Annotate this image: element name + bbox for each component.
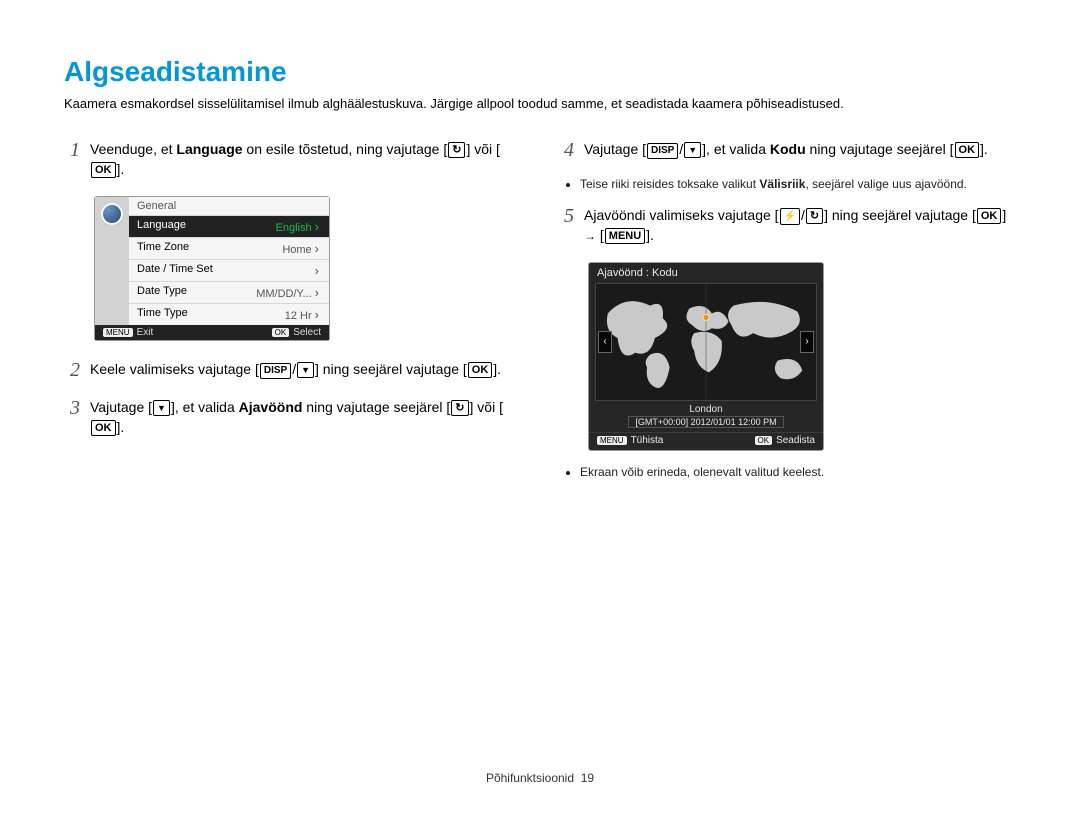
intro-text: Kaamera esmakordsel sisselülitamisel ilm… [64,96,1016,111]
step-4: 4 Vajutage [DISP/], et valida Kodu ning … [558,139,1016,161]
step-2: 2 Keele valimiseks vajutage [DISP/] ning… [64,359,522,381]
lcd-general-settings: General Language English Time Zone Home … [94,196,330,341]
timezone-prev[interactable]: ‹ [598,331,612,353]
lcd-row-language[interactable]: Language English [129,215,329,237]
lcd-timezone-title: Ajavöönd : Kodu [589,263,823,283]
timezone-set[interactable]: OKSeadista [755,435,815,446]
lcd-row-datetime[interactable]: Date / Time Set [129,259,329,281]
timezone-city: London [589,404,823,415]
step-number: 3 [64,397,80,419]
step-number: 2 [64,359,80,381]
step-number: 4 [558,139,574,161]
step-1: 1 Veenduge, et Language on esile tõstetu… [64,139,522,180]
lcd-timezone: Ajavöönd : Kodu [588,262,824,451]
page-footer: Põhifunktsioonid 19 [0,771,1080,785]
lcd-header: General [129,197,329,215]
lcd-row-datetype[interactable]: Date Type MM/DD/Y... [129,281,329,303]
gear-icon [101,203,123,225]
lcd-row-timetype[interactable]: Time Type 12 Hr [129,303,329,325]
lcd-select[interactable]: OKSelect [272,327,321,338]
step-5: 5 Ajavööndi valimiseks vajutage [/] ning… [558,205,1016,246]
note-screen-vary: Ekraan võib erineda, olenevalt valitud k… [562,465,1016,479]
step-number: 1 [64,139,80,161]
lcd-row-timezone[interactable]: Time Zone Home [129,237,329,259]
timezone-gmt: [GMT+00:00] 2012/01/01 12:00 PM [628,416,783,428]
timezone-cancel[interactable]: MENUTühista [597,435,663,446]
world-map: ‹ › [595,283,817,401]
left-column: 1 Veenduge, et Language on esile tõstetu… [64,139,522,493]
note-foreign: Teise riiki reisides toksake valikut Väl… [562,177,1016,191]
right-column: 4 Vajutage [DISP/], et valida Kodu ning … [558,139,1016,493]
lcd-exit[interactable]: MENUExit [103,327,153,338]
step-3: 3 Vajutage [], et valida Ajavöönd ning v… [64,397,522,438]
page-title: Algseadistamine [64,56,1016,88]
step-number: 5 [558,205,574,227]
timezone-next[interactable]: › [800,331,814,353]
